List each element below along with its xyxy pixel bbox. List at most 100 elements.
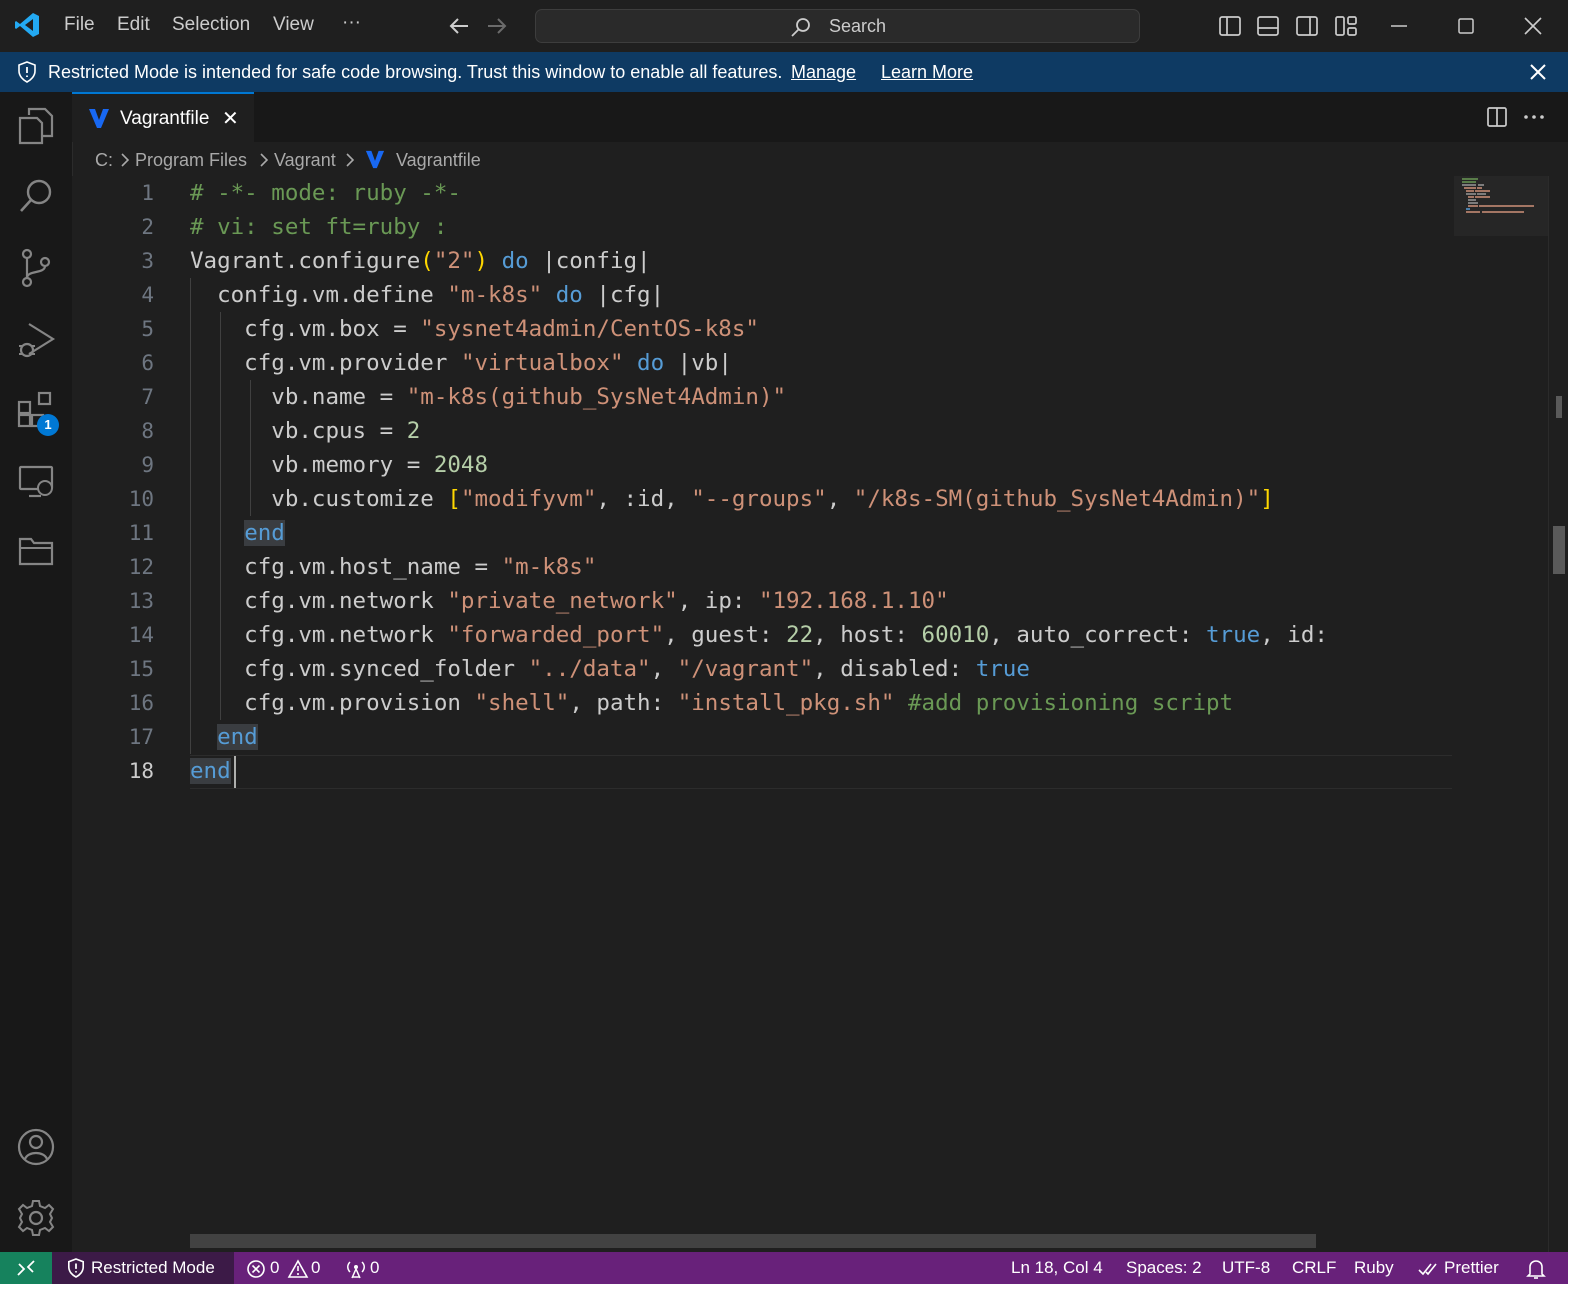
- code-line[interactable]: cfg.vm.provision "shell", path: "install…: [190, 686, 1233, 720]
- scrollbar-thumb[interactable]: [1553, 526, 1565, 574]
- error-count[interactable]: 0: [270, 1258, 279, 1278]
- code-line[interactable]: end: [190, 516, 285, 550]
- remote-indicator[interactable]: [0, 1252, 52, 1284]
- code-line[interactable]: vb.name = "m-k8s(github_SysNet4Admin)": [190, 380, 786, 414]
- cursor-position[interactable]: Ln 18, Col 4: [1011, 1258, 1103, 1278]
- toggle-secondary-sidebar-icon[interactable]: [1295, 15, 1319, 37]
- split-editor-icon[interactable]: [1486, 106, 1508, 128]
- breadcrumb-file[interactable]: Vagrantfile: [396, 150, 481, 171]
- code-line[interactable]: cfg.vm.host_name = "m-k8s": [190, 550, 596, 584]
- code-line[interactable]: vb.cpus = 2: [190, 414, 420, 448]
- settings-gear-icon[interactable]: [16, 1198, 56, 1238]
- line-number[interactable]: 18: [72, 754, 154, 788]
- line-number[interactable]: 6: [72, 346, 154, 380]
- accounts-icon[interactable]: [16, 1127, 56, 1167]
- prettier-status[interactable]: Prettier: [1444, 1258, 1499, 1278]
- code-token: |config|: [528, 248, 651, 274]
- ports-count[interactable]: 0: [370, 1258, 379, 1278]
- ports-broadcast-icon[interactable]: [345, 1258, 367, 1280]
- forward-arrow-icon[interactable]: [486, 16, 508, 36]
- menu-file[interactable]: File: [64, 14, 95, 36]
- minimize-icon[interactable]: [1388, 15, 1410, 37]
- line-number[interactable]: 13: [72, 584, 154, 618]
- search-view-icon[interactable]: [18, 178, 54, 216]
- back-arrow-icon[interactable]: [448, 16, 470, 36]
- code-line[interactable]: cfg.vm.provider "virtualbox" do |vb|: [190, 346, 732, 380]
- code-line[interactable]: vb.memory = 2048: [190, 448, 488, 482]
- code-line[interactable]: cfg.vm.network "forwarded_port", guest: …: [190, 618, 1328, 652]
- horizontal-scrollbar-thumb[interactable]: [190, 1234, 1316, 1248]
- breadcrumb-drive[interactable]: C:: [95, 150, 113, 171]
- menu-edit[interactable]: Edit: [117, 14, 150, 36]
- command-center-search[interactable]: Search: [535, 9, 1140, 43]
- code-line[interactable]: cfg.vm.synced_folder "../data", "/vagran…: [190, 652, 1030, 686]
- line-number[interactable]: 2: [72, 210, 154, 244]
- learn-more-link[interactable]: Learn More: [881, 62, 973, 83]
- line-number[interactable]: 3: [72, 244, 154, 278]
- restricted-mode-status[interactable]: Restricted Mode: [52, 1252, 234, 1284]
- menu-more[interactable]: ···: [342, 12, 361, 34]
- code-token: "modifyvm": [460, 486, 597, 512]
- indentation[interactable]: Spaces: 2: [1126, 1258, 1202, 1278]
- line-number[interactable]: 16: [72, 686, 154, 720]
- remote-explorer-icon[interactable]: [17, 464, 55, 500]
- line-number[interactable]: 7: [72, 380, 154, 414]
- line-number[interactable]: 4: [72, 278, 154, 312]
- notifications-bell-icon[interactable]: [1526, 1258, 1546, 1280]
- code-token: "m-k8s": [501, 554, 597, 580]
- window-edge: [0, 1284, 1588, 1300]
- code-line[interactable]: end: [190, 720, 258, 754]
- code-line[interactable]: vb.customize ["modifyvm", :id, "--groups…: [190, 482, 1274, 516]
- editor-more-actions-icon[interactable]: [1522, 106, 1546, 128]
- manage-link[interactable]: Manage: [791, 62, 856, 83]
- shield-icon: [67, 1258, 85, 1278]
- line-number[interactable]: 12: [72, 550, 154, 584]
- vertical-scrollbar[interactable]: [1548, 176, 1569, 1252]
- toggle-panel-icon[interactable]: [1256, 15, 1280, 37]
- breadcrumb-vagrant[interactable]: Vagrant: [274, 150, 336, 171]
- error-icon[interactable]: [246, 1259, 266, 1279]
- banner-close-icon[interactable]: [1527, 61, 1549, 83]
- code-editor[interactable]: 1 2 3 4 5 6 7 8 9 10 11 12 13 14 15 16 17 18 # -*- mode: …: [72, 176, 1552, 1252]
- code-token: ]: [1260, 486, 1274, 512]
- code-token: "virtualbox": [460, 350, 624, 376]
- explorer-icon[interactable]: [17, 106, 55, 146]
- code-token: vb.memory =: [190, 452, 434, 478]
- menu-view[interactable]: View: [273, 14, 314, 36]
- minimap[interactable]: [1454, 176, 1548, 236]
- encoding[interactable]: UTF-8: [1222, 1258, 1270, 1278]
- source-control-icon[interactable]: [18, 248, 54, 288]
- line-number[interactable]: 5: [72, 312, 154, 346]
- code-line[interactable]: # -*- mode: ruby -*-: [190, 176, 461, 210]
- warning-count[interactable]: 0: [311, 1258, 320, 1278]
- line-number[interactable]: 14: [72, 618, 154, 652]
- code-line[interactable]: cfg.vm.network "private_network", ip: "1…: [190, 584, 948, 618]
- run-and-debug-icon[interactable]: [16, 320, 56, 362]
- line-number[interactable]: 8: [72, 414, 154, 448]
- line-number[interactable]: 11: [72, 516, 154, 550]
- line-number[interactable]: 9: [72, 448, 154, 482]
- code-line[interactable]: cfg.vm.box = "sysnet4admin/CentOS-k8s": [190, 312, 759, 346]
- line-number[interactable]: 17: [72, 720, 154, 754]
- project-manager-icon[interactable]: [17, 534, 55, 568]
- line-number[interactable]: 10: [72, 482, 154, 516]
- language-mode[interactable]: Ruby: [1354, 1258, 1394, 1278]
- tab-close-icon[interactable]: ✕: [222, 106, 239, 131]
- menu-selection[interactable]: Selection: [172, 14, 250, 36]
- code-line[interactable]: Vagrant.configure("2") do |config|: [190, 244, 651, 278]
- code-line[interactable]: config.vm.define "m-k8s" do |cfg|: [190, 278, 664, 312]
- code-line[interactable]: end: [190, 754, 231, 788]
- warning-icon[interactable]: [287, 1259, 309, 1279]
- breadcrumb-program-files[interactable]: Program Files: [135, 150, 247, 171]
- code-token: cfg.vm.network: [190, 622, 448, 648]
- code-token: end: [244, 520, 285, 546]
- line-number[interactable]: 15: [72, 652, 154, 686]
- customize-layout-icon[interactable]: [1334, 15, 1358, 37]
- code-line[interactable]: # vi: set ft=ruby :: [190, 210, 447, 244]
- tab-vagrantfile[interactable]: Vagrantfile ✕: [72, 92, 254, 142]
- line-number[interactable]: 1: [72, 176, 154, 210]
- end-of-line[interactable]: CRLF: [1292, 1258, 1336, 1278]
- toggle-primary-sidebar-icon[interactable]: [1218, 15, 1242, 37]
- window-close-icon[interactable]: [1522, 15, 1544, 37]
- maximize-icon[interactable]: [1455, 15, 1477, 37]
